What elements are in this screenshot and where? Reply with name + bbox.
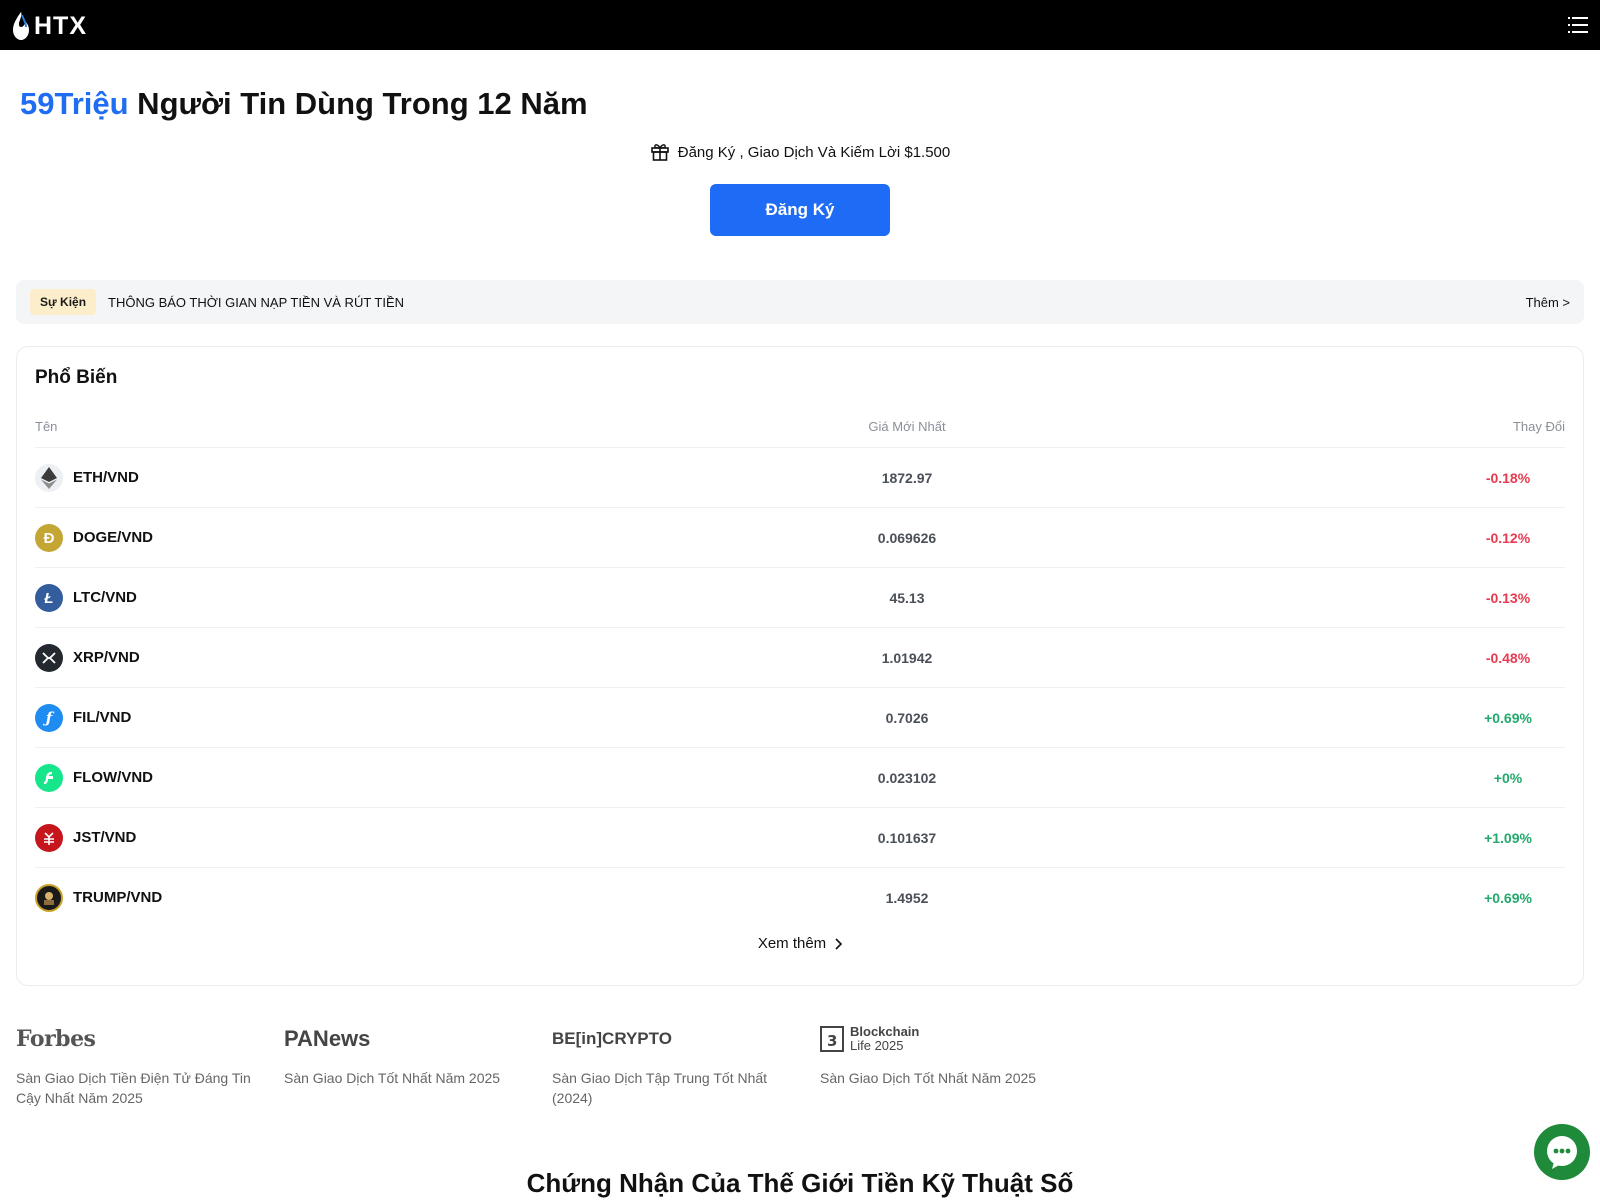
beincrypto-logo: BE[in]CRYPTO [552, 1029, 672, 1048]
logo-text: HTX [34, 12, 87, 40]
flame-icon [13, 12, 29, 40]
hero-title-accent: 59Triệu [20, 86, 129, 121]
signup-button[interactable]: Đăng Ký [710, 184, 890, 236]
pair-name: FLOW/VND [73, 769, 153, 786]
award-text: Sàn Giao Dịch Tiền Điện Tử Đáng Tin Cậy … [16, 1070, 251, 1106]
market-table: ETH/VND 1872.97 -0.18% Ð DOGE/VND 0.0696… [35, 447, 1565, 927]
promo-line: Đăng Ký , Giao Dịch Và Kiếm Lời $1.500 [0, 142, 1600, 162]
see-more-link[interactable]: Xem thêm [17, 935, 1585, 952]
ethereum-icon [35, 464, 63, 492]
filecoin-icon: ƒ [35, 704, 63, 732]
pair-price: 0.069626 [877, 530, 937, 546]
pair-name: LTC/VND [73, 589, 137, 606]
event-badge: Sự Kiện [30, 289, 97, 315]
blockchain-life-icon: 3 [820, 1026, 844, 1052]
pair-price: 1.01942 [881, 650, 933, 666]
svg-text:3: 3 [827, 1032, 837, 1050]
gift-icon [650, 144, 669, 161]
pair-change: +0.69% [1484, 710, 1532, 726]
pair-price: 0.023102 [877, 770, 937, 786]
pair-change: +1.09% [1484, 830, 1532, 846]
pair-name: DOGE/VND [73, 529, 154, 546]
table-row[interactable]: Ð DOGE/VND 0.069626 -0.12% [35, 507, 1565, 567]
certification-heading: Chứng Nhận Của Thế Giới Tiền Kỹ Thuật Số [526, 1168, 1074, 1198]
table-row[interactable]: JST/VND 0.101637 +1.09% [35, 807, 1565, 867]
pair-name: JST/VND [73, 829, 137, 846]
table-row[interactable]: FLOW/VND 0.023102 +0% [35, 747, 1565, 807]
award-item: 3 Blockchain Life 2025 Sàn Giao Dịch Tốt… [820, 1024, 1060, 1088]
hero-title: 59Triệu Người Tin Dùng Trong 12 Năm [20, 86, 588, 122]
card-title: Phổ Biến [35, 367, 118, 388]
blockchain-life-logo: 3 Blockchain Life 2025 [820, 1024, 1060, 1054]
forbes-logo: Forbes [16, 1026, 96, 1052]
htx-logo[interactable]: HTX [10, 10, 87, 42]
trump-icon [35, 884, 63, 912]
table-row[interactable]: ETH/VND 1872.97 -0.18% [35, 447, 1565, 507]
litecoin-icon: Ł [35, 584, 63, 612]
just-icon [35, 824, 63, 852]
chat-bubble-icon [1547, 1136, 1577, 1169]
column-header-price: Giá Mới Nhất [868, 419, 946, 434]
pair-change: -0.18% [1485, 470, 1531, 486]
pair-change: +0% [1493, 770, 1523, 786]
pair-name: XRP/VND [73, 649, 140, 666]
menu-icon[interactable] [1566, 13, 1590, 37]
pair-change: +0.69% [1484, 890, 1532, 906]
chat-support-button[interactable] [1534, 1124, 1590, 1180]
award-text: Sàn Giao Dịch Tập Trung Tốt Nhất (2024) [552, 1070, 768, 1106]
award-item: PANews Sàn Giao Dịch Tốt Nhất Năm 2025 [284, 1024, 524, 1088]
xrp-icon [35, 644, 63, 672]
hero-title-rest: Người Tin Dùng Trong 12 Năm [128, 86, 588, 121]
dogecoin-icon: Ð [35, 524, 63, 552]
award-text: Sàn Giao Dịch Tốt Nhất Năm 2025 [284, 1070, 501, 1086]
table-row[interactable]: XRP/VND 1.01942 -0.48% [35, 627, 1565, 687]
column-header-change: Thay Đổi [1512, 419, 1565, 434]
table-row[interactable]: ƒ FIL/VND 0.7026 +0.69% [35, 687, 1565, 747]
table-row[interactable]: Ł LTC/VND 45.13 -0.13% [35, 567, 1565, 627]
pair-change: -0.13% [1485, 590, 1531, 606]
pair-price: 0.101637 [877, 830, 937, 846]
award-item: BE[in]CRYPTO Sàn Giao Dịch Tập Trung Tốt… [552, 1024, 792, 1108]
panews-logo: PANews [284, 1026, 371, 1051]
pair-change: -0.12% [1485, 530, 1531, 546]
pair-name: ETH/VND [73, 469, 139, 486]
event-text[interactable]: THÔNG BÁO THỜI GIAN NẠP TIỀN VÀ RÚT TIỀN [108, 295, 404, 310]
pair-price: 1.4952 [885, 890, 929, 906]
pair-price: 0.7026 [885, 710, 929, 726]
column-header-name: Tên [35, 419, 58, 434]
pair-price: 45.13 [889, 590, 925, 606]
see-more-label: Xem thêm [757, 935, 827, 952]
pair-name: TRUMP/VND [73, 889, 163, 906]
promo-text: Đăng Ký , Giao Dịch Và Kiếm Lời $1.500 [677, 143, 951, 161]
pair-change: -0.48% [1485, 650, 1531, 666]
top-nav-bar: HTX [0, 0, 1600, 50]
award-item: Forbes Sàn Giao Dịch Tiền Điện Tử Đáng T… [16, 1024, 256, 1108]
popular-markets-card: Phổ Biến Tên Giá Mới Nhất Thay Đổi ETH/V… [16, 346, 1584, 986]
event-banner[interactable]: Sự Kiện THÔNG BÁO THỜI GIAN NẠP TIỀN VÀ … [16, 280, 1584, 324]
award-text: Sàn Giao Dịch Tốt Nhất Năm 2025 [820, 1070, 1037, 1086]
flow-icon [35, 764, 63, 792]
event-more-link[interactable]: Thêm > [1526, 295, 1570, 310]
pair-price: 1872.97 [881, 470, 933, 486]
chevron-right-icon [835, 937, 843, 950]
pair-name: FIL/VND [73, 709, 132, 726]
table-row[interactable]: TRUMP/VND 1.4952 +0.69% [35, 867, 1565, 927]
